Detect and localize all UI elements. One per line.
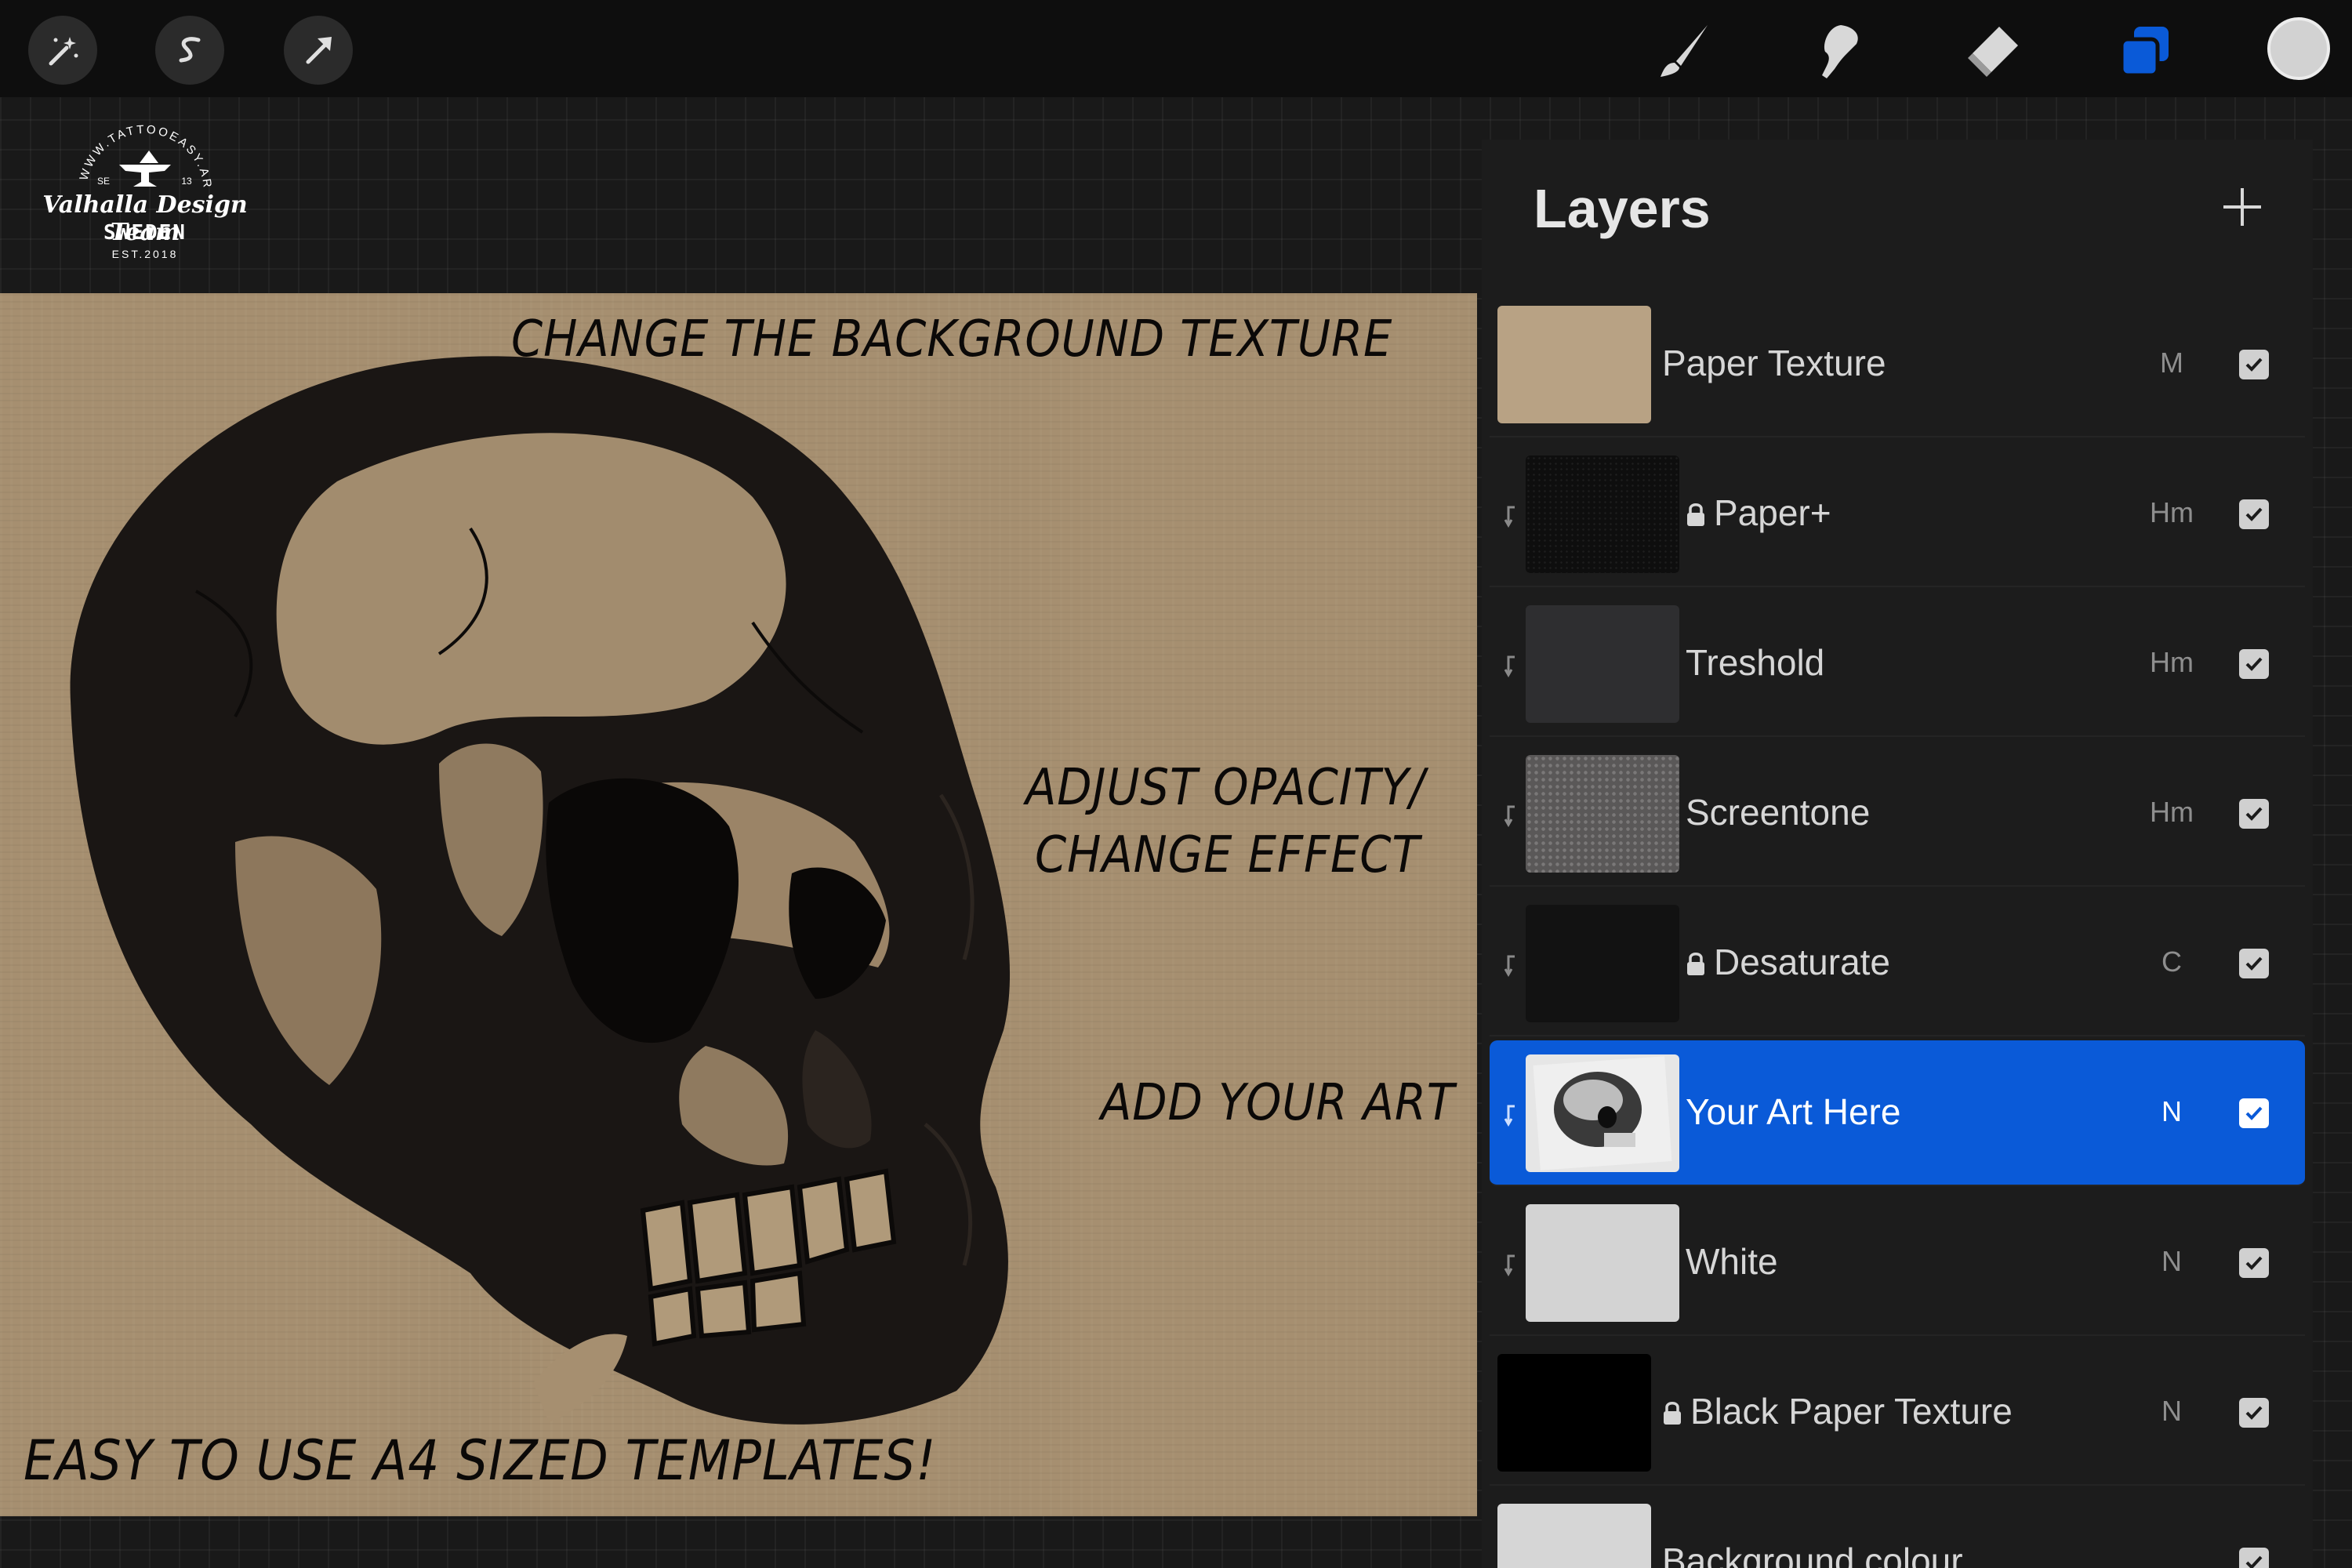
clipping-arrow-icon [1504,805,1515,827]
layer-name-label: Treshold [1686,642,1825,683]
skull-artwork [70,356,1011,1425]
layer-thumbnail[interactable] [1526,755,1679,873]
smudge-icon[interactable] [1800,14,1875,89]
checkmark-icon [2245,1106,2263,1120]
transform-icon[interactable] [284,16,353,85]
layer-thumbnail[interactable] [1526,605,1679,723]
clipping-arrow-icon [1504,1105,1515,1127]
layer-name-label: Paper+ [1714,492,1831,533]
layer-row[interactable]: Treshold Hm [1490,591,2305,737]
logo-number: 13 [181,176,192,187]
checkmark-icon [2245,1406,2263,1420]
layer-name: Desaturate [1686,941,1890,983]
logo-country: SWEDEN [103,221,187,245]
layers-title: Layers [1534,178,1711,239]
valhalla-logo: WWW.TATTOOEASY.ART SE 13 Valhalla Design… [31,110,259,267]
logo-se: SE [96,176,110,187]
blend-mode-button[interactable]: Hm [2140,496,2203,529]
visibility-checkbox[interactable] [2239,799,2269,829]
visibility-checkbox[interactable] [2239,949,2269,978]
blend-mode-button[interactable]: C [2140,946,2203,978]
selection-icon[interactable] [155,16,224,85]
layer-name: Background colour [1662,1540,1963,1568]
note-add-your-art: ADD YOUR ART [1101,1074,1455,1132]
checkmark-icon [2245,1256,2263,1270]
layer-name: Paper Texture [1662,342,1886,384]
lock-icon [1686,493,1706,526]
layer-thumbnail[interactable] [1526,1204,1679,1322]
layer-row[interactable]: White N [1490,1190,2305,1336]
checkmark-icon [2245,507,2263,521]
layer-thumbnail[interactable] [1526,456,1679,573]
checkmark-icon [2245,1555,2263,1568]
visibility-checkbox[interactable] [2239,350,2269,379]
visibility-checkbox[interactable] [2239,1098,2269,1128]
note-adjust-opacity: ADJUST OPACITY/ [1025,759,1426,817]
layer-row[interactable]: Screentone Hm [1490,741,2305,887]
layer-name: Screentone [1686,791,1870,833]
eraser-icon[interactable] [1954,14,2029,89]
layer-row[interactable]: Desaturate C [1490,891,2305,1036]
layer-name-label: Black Paper Texture [1690,1391,2013,1432]
layers-panel: Layers Paper Texture M Paper+ Hm Treshold Hm S… [1482,140,2313,1568]
blend-mode-button[interactable]: N [2140,1095,2203,1128]
logo-est: EST.2018 [111,248,179,260]
note-a4-templates: EASY TO USE A4 SIZED TEMPLATES! [24,1428,937,1493]
add-layer-button[interactable] [2219,183,2266,230]
layer-name: Paper+ [1686,492,1831,534]
note-change-effect: CHANGE EFFECT [1035,826,1421,884]
layer-thumbnail[interactable] [1526,905,1679,1022]
layer-row[interactable]: Paper Texture M [1490,292,2305,437]
layer-thumbnail[interactable] [1526,1054,1679,1172]
layer-row[interactable]: Background colour [1490,1490,2305,1568]
blend-mode-button[interactable]: Hm [2140,796,2203,829]
layer-thumbnail[interactable] [1497,1354,1651,1472]
adjustments-icon[interactable] [28,16,97,85]
skull-thumbnail-icon [1533,1056,1672,1171]
visibility-checkbox[interactable] [2239,499,2269,529]
layers-icon[interactable] [2107,14,2183,89]
visibility-checkbox[interactable] [2239,1398,2269,1428]
visibility-checkbox[interactable] [2239,1248,2269,1278]
visibility-checkbox[interactable] [2239,649,2269,679]
layer-name: Your Art Here [1686,1091,1900,1133]
layer-row[interactable]: Paper+ Hm [1490,441,2305,587]
brush-icon[interactable] [1646,14,1722,89]
layer-name: White [1686,1240,1778,1283]
layer-name-label: White [1686,1241,1778,1282]
note-background-texture: CHANGE THE BACKGROUND TEXTURE [511,310,1393,368]
plus-icon [2223,188,2261,226]
lock-icon [1686,942,1706,975]
artwork-canvas[interactable]: CHANGE THE BACKGROUND TEXTURE ADJUST OPA… [0,293,1477,1516]
clipping-arrow-icon [1504,655,1515,677]
visibility-checkbox[interactable] [2239,1548,2269,1568]
layer-name-label: Desaturate [1714,942,1891,982]
clipping-arrow-icon [1504,955,1515,977]
blend-mode-button[interactable]: N [2140,1245,2203,1278]
top-toolbar [0,0,2352,97]
layer-name: Treshold [1686,641,1824,684]
layer-name-label: Your Art Here [1686,1091,1901,1132]
layer-name: Black Paper Texture [1662,1390,2013,1432]
layer-name-label: Background colour [1662,1541,1963,1568]
checkmark-icon [2245,358,2263,372]
blend-mode-button[interactable]: N [2140,1395,2203,1428]
blend-mode-button[interactable]: Hm [2140,646,2203,679]
layer-name-label: Screentone [1686,792,1871,833]
layer-thumbnail[interactable] [1497,306,1651,423]
blend-mode-button[interactable]: M [2140,347,2203,379]
layer-name-label: Paper Texture [1662,343,1886,383]
clipping-arrow-icon [1504,506,1515,528]
clipping-arrow-icon [1504,1254,1515,1276]
layer-row[interactable]: Your Art Here N [1490,1040,2305,1186]
layer-row[interactable]: Black Paper Texture N [1490,1340,2305,1486]
checkmark-icon [2245,657,2263,671]
layer-thumbnail[interactable] [1497,1504,1651,1568]
color-picker-swatch[interactable] [2267,17,2330,80]
checkmark-icon [2245,956,2263,971]
lock-icon [1662,1392,1682,1425]
checkmark-icon [2245,807,2263,821]
